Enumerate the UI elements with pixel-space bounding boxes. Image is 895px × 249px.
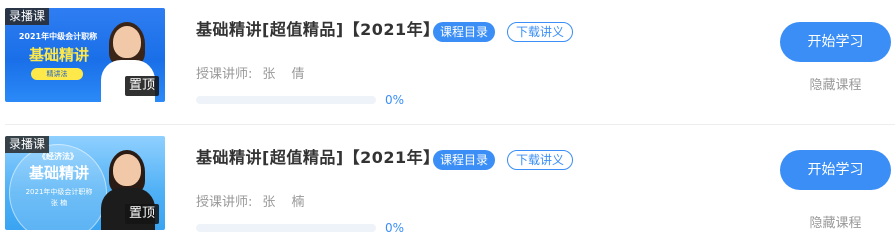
hide-course-link[interactable]: 隐藏课程: [780, 74, 891, 93]
course-thumbnail[interactable]: 《经济法》 基础精讲 2021年中级会计职称 张 楠 录播课 置顶: [5, 136, 165, 230]
progress-bar: [196, 96, 376, 104]
course-title[interactable]: 基础精讲[超值精品]【2021年】: [196, 144, 440, 168]
teacher-name: 张 楠: [262, 195, 311, 210]
start-study-button[interactable]: 开始学习: [780, 150, 891, 190]
poster-title: 基础精讲: [28, 164, 89, 182]
course-thumbnail[interactable]: 2021年中级会计职称 基础精讲 精讲法 录播课 置顶: [5, 8, 165, 102]
teacher-info: 授课讲师: 张 倩: [196, 63, 311, 82]
record-badge: 录播课: [5, 8, 50, 25]
start-study-button[interactable]: 开始学习: [780, 22, 891, 62]
poster-subtitle: 《经济法》: [38, 152, 78, 161]
record-badge: 录播课: [5, 136, 50, 153]
progress-percent: 0%: [385, 93, 405, 107]
course-title[interactable]: 基础精讲[超值精品]【2021年】: [196, 16, 440, 40]
poster-subtitle: 2021年中级会计职称: [18, 32, 98, 41]
course-catalog-button[interactable]: 课程目录: [433, 22, 496, 42]
pin-badge: 置顶: [124, 76, 159, 96]
hide-course-link[interactable]: 隐藏课程: [780, 212, 891, 231]
download-handout-button[interactable]: 下载讲义: [507, 22, 574, 42]
progress-percent: 0%: [385, 221, 405, 235]
course-card: 《经济法》 基础精讲 2021年中级会计职称 张 楠 录播课 置顶 基础精讲[超…: [0, 128, 895, 248]
poster-tagline: 2021年中级会计职称: [25, 188, 93, 196]
progress-bar: [196, 224, 376, 232]
course-card: 2021年中级会计职称 基础精讲 精讲法 录播课 置顶 基础精讲[超值精品]【2…: [0, 0, 895, 120]
teacher-label: 授课讲师:: [196, 195, 253, 210]
divider: [5, 124, 895, 125]
teacher-info: 授课讲师: 张 楠: [196, 191, 311, 210]
teacher-label: 授课讲师:: [196, 67, 253, 82]
poster-tagline: 精讲法: [31, 68, 83, 80]
pin-badge: 置顶: [124, 204, 159, 224]
poster-teacher-name: 张 楠: [50, 199, 68, 207]
download-handout-button[interactable]: 下载讲义: [507, 150, 574, 170]
teacher-name: 张 倩: [262, 67, 311, 82]
poster-title: 基础精讲: [28, 46, 89, 64]
course-catalog-button[interactable]: 课程目录: [433, 150, 496, 170]
